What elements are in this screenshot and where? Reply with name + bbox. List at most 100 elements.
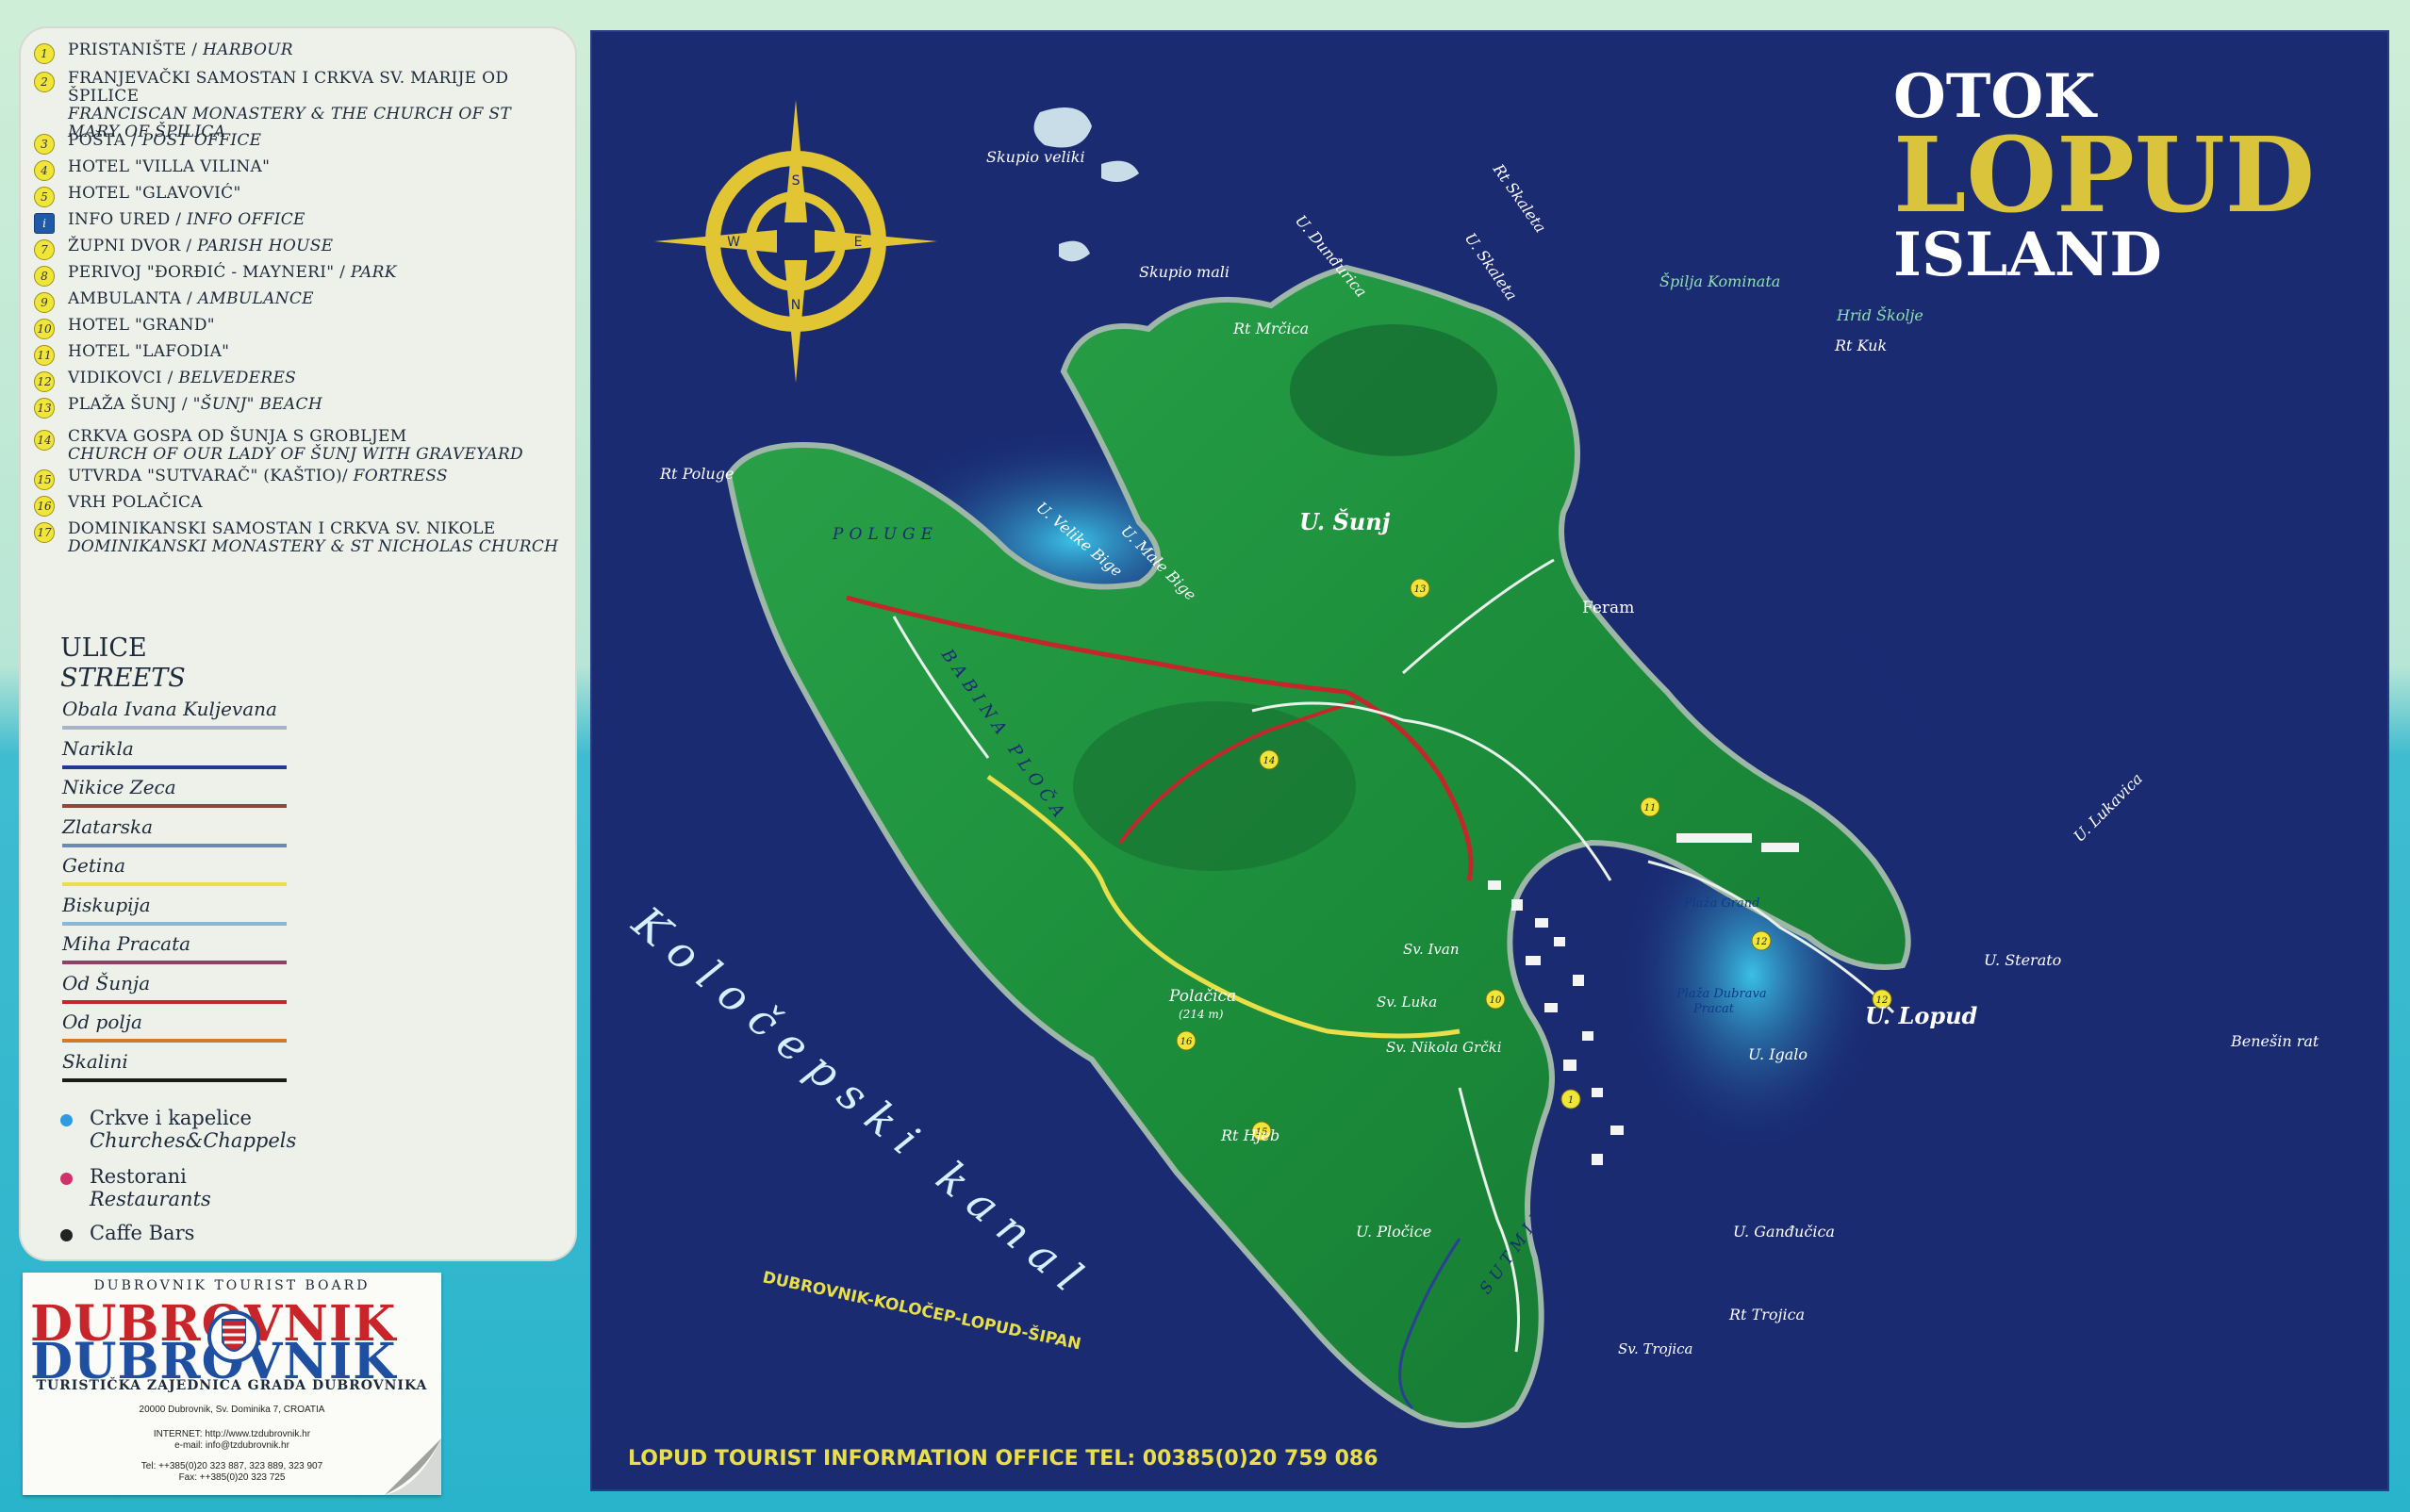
legend-text-en: FORTRESS — [353, 467, 448, 485]
symbol-text-hr: Restorani — [90, 1165, 187, 1188]
hill-polacica — [1073, 701, 1356, 871]
lopud-island-landmass — [725, 264, 1911, 1428]
legend-text: INFO URED / INFO OFFICE — [68, 211, 305, 229]
board-org: DUBROVNIK TOURIST BOARD — [93, 1278, 371, 1293]
dubrovnik-shield-icon — [207, 1310, 260, 1363]
legend-text: PRISTANIŠTE / HARBOUR — [68, 41, 293, 59]
label-benesin-rat: Benešin rat — [2230, 1032, 2319, 1050]
street-name: Narikla — [62, 736, 134, 760]
board-fax: Fax: ++385(0)20 323 725 — [178, 1472, 286, 1483]
label-u-lopud: U. Lopud — [1865, 1002, 1978, 1029]
label-u-ganducica: U. Ganđučica — [1733, 1223, 1835, 1241]
legend-number: 7 — [34, 239, 55, 260]
legend-text: CRKVA GOSPA OD ŠUNJA S GROBLJEM CHURCH OF… — [68, 428, 523, 464]
legend-item: 11 HOTEL "LAFODIA" — [34, 343, 562, 366]
symbol-item: Caffe Bars — [60, 1222, 194, 1244]
legend-item: 7 ŽUPNI DVOR / PARISH HOUSE — [34, 238, 562, 260]
info-office-footer: LOPUD TOURIST INFORMATION OFFICE TEL: 00… — [628, 1447, 1378, 1471]
label-plaza-dubrava: Plaža Dubrava — [1675, 987, 1767, 1001]
label-skupio-veliki: Skupio veliki — [986, 148, 1085, 166]
legend-text-hr: PERIVOJ "ĐORĐIĆ - MAYNERI" / — [68, 263, 346, 282]
street-name: Skalini — [62, 1049, 128, 1073]
legend-number: 12 — [34, 371, 55, 392]
legend-text: PLAŽA ŠUNJ / "ŠUNJ" BEACH — [68, 396, 322, 414]
label-u-plocice: U. Pločice — [1356, 1223, 1431, 1241]
label-sv-trojica: Sv. Trojica — [1618, 1340, 1693, 1357]
label-polacica: Polačica — [1168, 987, 1236, 1006]
map-canvas: 13 14 10 11 12 12 1 15 16 S N W E OTOK L… — [622, 61, 2319, 1471]
legend-item: 5 HOTEL "GLAVOVIĆ" — [34, 185, 562, 207]
legend-text: HOTEL "GLAVOVIĆ" — [68, 185, 241, 203]
legend-item: 3 POŠTA / POST OFFICE — [34, 132, 562, 155]
symbol-text: Restorani Restaurants — [90, 1165, 211, 1210]
street-name: Od Šunja — [62, 971, 151, 994]
street-item: Getina — [62, 854, 287, 886]
compass-e: E — [854, 235, 863, 250]
street-line-swatch — [62, 764, 287, 769]
street-item: Od polja — [62, 1011, 287, 1043]
label-rt-skaleta: Rt Skaleta — [1489, 160, 1549, 237]
symbol-text: Caffe Bars — [90, 1222, 194, 1244]
islet-skupio-mali — [1059, 240, 1090, 262]
label-polacica-height: (214 m) — [1179, 1008, 1224, 1021]
legend-text-en: DOMINIKANSKI MONASTERY & ST NICHOLAS CHU… — [68, 537, 559, 556]
legend-text: POŠTA / POST OFFICE — [68, 132, 261, 150]
legend-item: 17 DOMINIKANSKI SAMOSTAN I CRKVA SV. NIKO… — [34, 520, 562, 556]
legend-text-hr: DOMINIKANSKI SAMOSTAN I CRKVA SV. NIKOLE — [68, 519, 496, 538]
island-map: 13 14 10 11 12 12 1 15 16 S N W E OTOK L… — [592, 32, 2387, 1489]
label-u-igalo: U. Igalo — [1748, 1045, 1808, 1063]
street-name: Obala Ivana Kuljevana — [62, 698, 277, 720]
legend-text-en: PARISH HOUSE — [197, 237, 334, 255]
legend-text: HOTEL "LAFODIA" — [68, 343, 229, 361]
label-feram: Feram — [1582, 599, 1634, 617]
legend-number: 8 — [34, 266, 55, 287]
legend-text-hr: VRH POLAČICA — [68, 493, 203, 512]
board-tz: TURISTIČKA ZAJEDNICA GRADA DUBROVNIKA — [36, 1378, 428, 1393]
title-lopud: LOPUD — [1893, 114, 2315, 236]
legend-number: 14 — [34, 430, 55, 451]
legend-item: 10 HOTEL "GRAND" — [34, 317, 562, 339]
street-item: Zlatarska — [62, 815, 287, 847]
legend-panel: 1 PRISTANIŠTE / HARBOUR 2 FRANJEVAČKI SAMOS… — [21, 28, 575, 1259]
legend-text: VRH POLAČICA — [68, 494, 203, 512]
tourist-board-card: DUBROVNIK TOURIST BOARD DUBROVNIK DUBROV… — [23, 1273, 441, 1495]
legend-item: 15 UTVRDA "SUTVARAČ" (KAŠTIO)/ FORTRESS — [34, 468, 562, 490]
legend-text-hr: AMBULANTA / — [68, 289, 193, 308]
label-u-skaleta: U. Skaleta — [1461, 229, 1521, 304]
marker-14: 14 — [1263, 756, 1276, 766]
legend-text: ŽUPNI DVOR / PARISH HOUSE — [68, 238, 333, 255]
label-rt-trojica: Rt Trojica — [1728, 1306, 1805, 1323]
symbol-item: Crkve i kapelice Churches&Chappels — [60, 1107, 296, 1152]
legend-number: 3 — [34, 134, 55, 155]
marker-12a: 12 — [1756, 937, 1768, 947]
legend-text-hr: UTVRDA "SUTVARAČ" (KAŠTIO)/ — [68, 467, 348, 485]
board-email: e-mail: info@tzdubrovnik.hr — [174, 1440, 289, 1451]
streets-title-en: STREETS — [60, 664, 186, 693]
label-rt-kuk: Rt Kuk — [1834, 337, 1887, 354]
legend-text-hr: HOTEL "VILLA VILINA" — [68, 157, 271, 176]
marker-11: 11 — [1644, 803, 1657, 814]
street-item: Narikla — [62, 736, 287, 769]
label-rt-mrcica: Rt Mrčica — [1232, 320, 1309, 337]
legend-number: i — [34, 213, 55, 234]
legend-text-hr: FRANJEVAČKI SAMOSTAN I CRKVA SV. MARIJE … — [68, 69, 509, 106]
board-address: 20000 Dubrovnik, Sv. Dominika 7, CROATIA — [139, 1405, 325, 1415]
legend-item: 4 HOTEL "VILLA VILINA" — [34, 158, 562, 181]
symbol-text: Crkve i kapelice Churches&Chappels — [90, 1107, 296, 1152]
legend-text: AMBULANTA / AMBULANCE — [68, 290, 314, 308]
legend-item: 12 VIDIKOVCI / BELVEDERES — [34, 370, 562, 392]
legend-item: 16 VRH POLAČICA — [34, 494, 562, 517]
label-plaza-grand: Plaža Grand — [1683, 896, 1759, 911]
street-item: Nikice Zeca — [62, 776, 287, 808]
board-internet: INTERNET: http://www.tzdubrovnik.hr — [153, 1429, 311, 1439]
street-line-swatch — [62, 726, 287, 730]
label-u-lukavica: U. Lukavica — [2070, 769, 2146, 846]
marker-10: 10 — [1490, 995, 1502, 1006]
islet-skupio-veliki — [1033, 107, 1092, 148]
symbol-dot-icon — [60, 1114, 73, 1126]
legend-text-en: HARBOUR — [203, 41, 293, 59]
label-spilja-kominata: Špilja Kominata — [1659, 271, 1780, 290]
legend-text-en: PARK — [350, 263, 397, 282]
legend-text-hr: POŠTA / — [68, 131, 137, 150]
legend-text-hr: HOTEL "GRAND" — [68, 316, 215, 335]
